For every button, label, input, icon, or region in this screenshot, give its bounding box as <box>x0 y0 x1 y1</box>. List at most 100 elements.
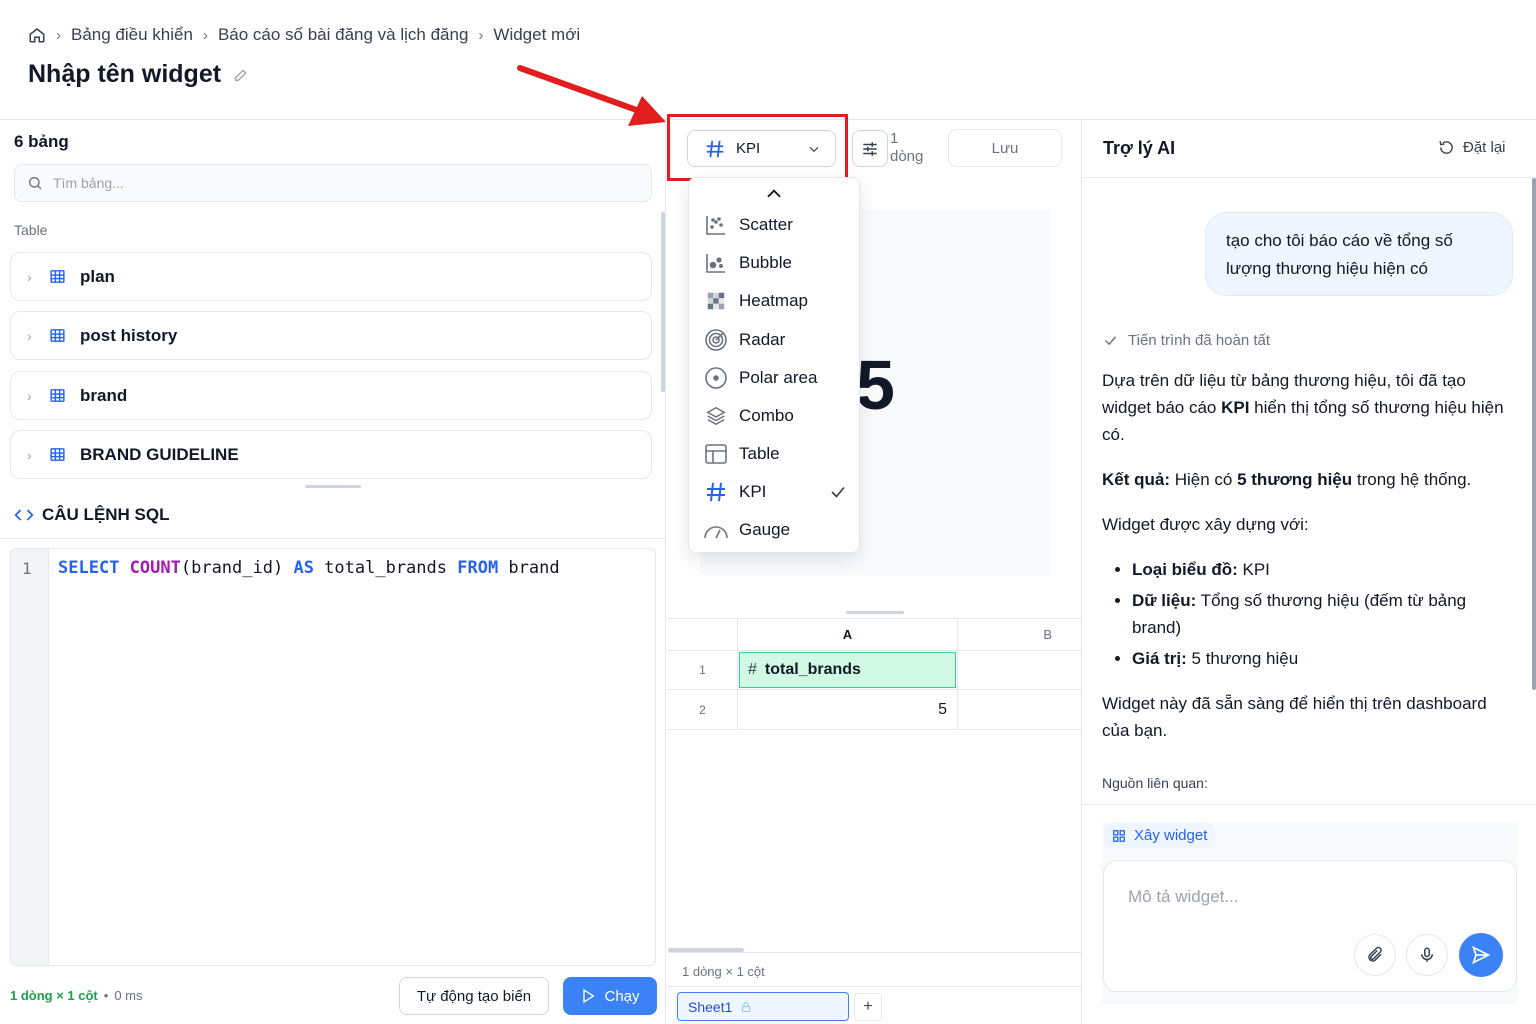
reset-button[interactable]: Đặt lại <box>1438 139 1506 156</box>
chart-option-gauge[interactable]: Gauge <box>689 513 861 547</box>
column-name: total_brands <box>764 661 861 678</box>
grid-cell-b2[interactable] <box>958 690 1082 730</box>
sql-code[interactable]: SELECT COUNT(brand_id) AS total_brands F… <box>58 558 560 578</box>
chart-option-polar-area[interactable]: Polar area <box>689 361 861 395</box>
table-search[interactable] <box>14 164 652 202</box>
list-item: Giá trị: 5 thương hiệu <box>1132 645 1512 672</box>
table-item-plan[interactable]: › plan <box>10 252 652 301</box>
table-item-brand-guideline[interactable]: › BRAND GUIDELINE <box>10 430 652 479</box>
ai-paragraph: Kết quả: Hiện có 5 thương hiệu trong hệ … <box>1102 470 1472 489</box>
table-icon <box>703 441 729 467</box>
preview-resize-handle[interactable] <box>846 611 904 614</box>
radar-icon <box>703 327 729 353</box>
column-header-b[interactable]: B <box>958 618 1082 651</box>
build-widget-tag[interactable]: Xây widget <box>1104 823 1216 848</box>
sheet-tab[interactable]: Sheet1 <box>677 992 849 1021</box>
chart-option-combo[interactable]: Combo <box>689 399 861 433</box>
table-section-label: Table <box>14 222 48 238</box>
run-button[interactable]: Chạy <box>563 977 657 1015</box>
panel-resize-handle[interactable] <box>305 485 361 488</box>
query-status: 1 dòng × 1 cột • 0 ms <box>10 988 143 1003</box>
ai-paragraph: Dựa trên dữ liệu từ bảng thương hiệu, tô… <box>1102 371 1504 444</box>
chevron-right-icon: › <box>56 26 61 44</box>
ai-paragraph: Widget được xây dựng với: <box>1102 515 1309 534</box>
rows-count: 1 <box>890 130 899 147</box>
chevron-right-icon[interactable]: › <box>27 388 35 404</box>
chart-option-label: Scatter <box>739 215 793 234</box>
search-icon <box>27 175 43 191</box>
widget-name[interactable]: Nhập tên widget <box>28 60 221 89</box>
chart-option-radar[interactable]: Radar <box>689 323 861 357</box>
layers-icon <box>703 403 729 429</box>
sql-divider <box>0 538 666 539</box>
add-sheet-button[interactable]: + <box>854 993 882 1021</box>
chevron-up-icon[interactable] <box>765 186 783 200</box>
tables-count: 6 bảng <box>14 132 69 151</box>
row-header-2[interactable]: 2 <box>668 690 738 730</box>
chat-scrollbar[interactable] <box>1532 178 1536 690</box>
sql-text: total_brands <box>313 558 458 578</box>
chart-option-label: Radar <box>739 330 786 349</box>
paperclip-icon <box>1366 946 1384 964</box>
chat-input-box <box>1103 860 1517 992</box>
chevron-right-icon[interactable]: › <box>27 269 35 285</box>
column-name-cell[interactable]: # total_brands <box>739 652 956 688</box>
grid-icon <box>1112 829 1126 843</box>
sql-function: COUNT <box>129 558 181 578</box>
sql-text: (brand_id) <box>180 558 294 578</box>
attach-button[interactable] <box>1354 934 1396 976</box>
row-header-1[interactable]: 1 <box>668 651 738 690</box>
sheet-name: Sheet1 <box>688 998 733 1015</box>
progress-status: Tiến trình đã hoàn tất <box>1103 332 1270 349</box>
sliders-icon <box>861 140 879 158</box>
sql-editor[interactable]: 1 SELECT COUNT(brand_id) AS total_brands… <box>10 548 656 966</box>
ai-assistant-title: Trợ lý AI <box>1103 138 1176 158</box>
build-widget-label: Xây widget <box>1134 827 1208 844</box>
home-icon[interactable] <box>28 26 46 44</box>
result-dims: 1 dòng × 1 cột <box>10 988 98 1003</box>
pencil-icon[interactable] <box>233 67 249 83</box>
annotation-highlight <box>667 114 848 181</box>
chart-option-kpi[interactable]: KPI <box>689 475 861 509</box>
table-list-scrollbar[interactable] <box>661 212 665 392</box>
gauge-icon <box>703 517 729 543</box>
grid-cell-a2[interactable]: 5 <box>738 690 958 730</box>
auto-create-variables-button[interactable]: Tự động tạo biến <box>399 977 549 1015</box>
table-icon <box>49 268 66 285</box>
chat-input[interactable] <box>1128 887 1428 917</box>
breadcrumb-item-report[interactable]: Báo cáo số bài đăng và lịch đăng <box>218 25 468 45</box>
chart-type-dropdown: Scatter Bubble Heatmap Radar Polar area … <box>688 177 860 553</box>
grid-cell-b1[interactable] <box>958 651 1082 690</box>
check-icon <box>829 483 847 501</box>
microphone-button[interactable] <box>1406 934 1448 976</box>
chart-option-scatter[interactable]: Scatter <box>689 208 861 242</box>
check-icon <box>1103 333 1118 348</box>
send-button[interactable] <box>1459 933 1503 977</box>
table-item-brand[interactable]: › brand <box>10 371 652 420</box>
chevron-right-icon[interactable]: › <box>27 447 35 463</box>
grid-dims: 1 dòng × 1 cột <box>682 964 765 979</box>
editor-gutter <box>11 549 49 965</box>
code-icon <box>14 507 34 523</box>
settings-button[interactable] <box>852 130 888 167</box>
chart-option-heatmap[interactable]: Heatmap <box>689 284 861 318</box>
heatmap-icon <box>703 288 729 314</box>
table-search-input[interactable] <box>53 175 613 191</box>
sql-keyword: AS <box>293 558 314 578</box>
related-sources-label: Nguồn liên quan: <box>1102 775 1208 791</box>
polar-area-icon <box>703 365 729 391</box>
chart-option-bubble[interactable]: Bubble <box>689 246 861 280</box>
chart-option-table[interactable]: Table <box>689 437 861 471</box>
chart-option-label: Polar area <box>739 368 818 387</box>
line-number: 1 <box>22 559 32 578</box>
save-button[interactable]: Lưu <box>948 129 1062 167</box>
scatter-icon <box>703 212 729 238</box>
column-header-a[interactable]: A <box>738 618 958 651</box>
table-item-post-history[interactable]: › post history <box>10 311 652 360</box>
chevron-right-icon[interactable]: › <box>27 328 35 344</box>
table-icon <box>49 446 66 463</box>
table-icon <box>49 327 66 344</box>
breadcrumb-item-dashboard[interactable]: Bảng điều khiển <box>71 25 193 45</box>
table-icon <box>49 387 66 404</box>
lock-icon <box>740 1001 752 1013</box>
